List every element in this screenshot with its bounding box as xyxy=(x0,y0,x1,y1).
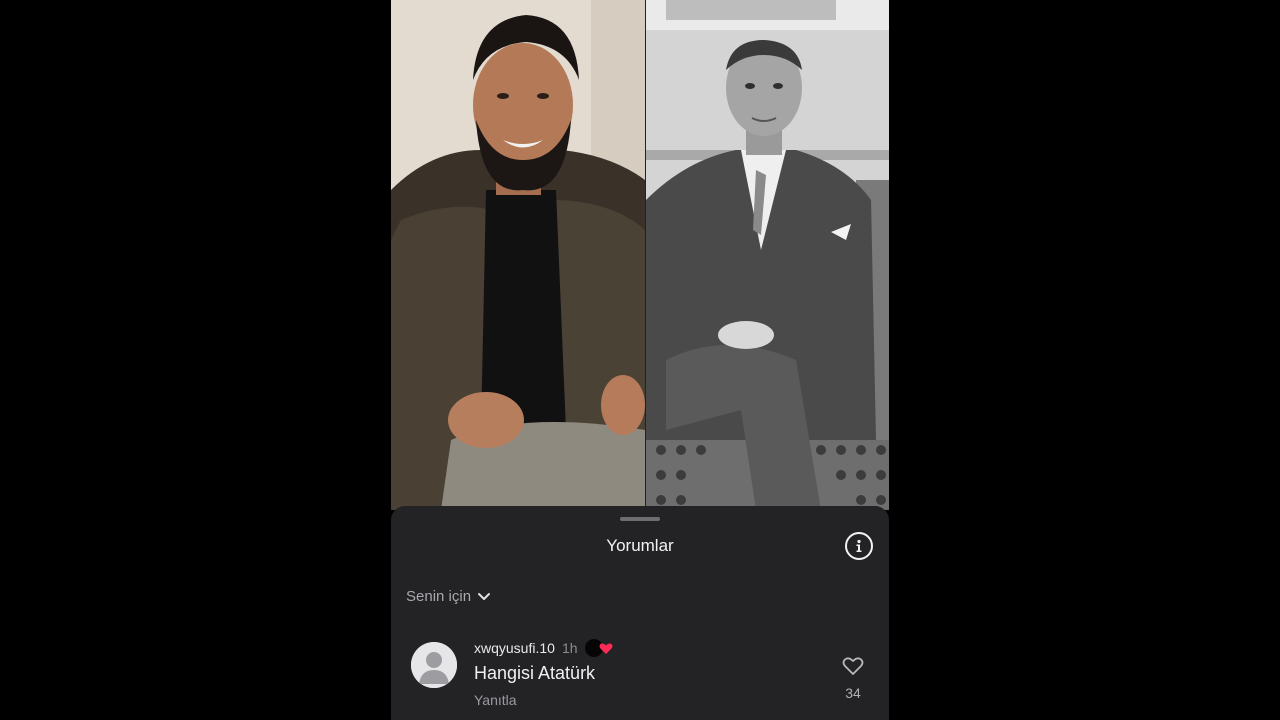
sort-label: Senin için xyxy=(406,588,472,605)
avatar[interactable] xyxy=(411,642,457,688)
heart-outline-icon xyxy=(842,657,864,675)
info-button[interactable] xyxy=(845,532,873,560)
comment-header: xwqyusufi.10 1h xyxy=(474,638,615,658)
chevron-down-icon xyxy=(478,592,491,600)
right-photo xyxy=(646,0,889,510)
creator-liked-badge xyxy=(584,639,613,657)
sheet-drag-handle[interactable] xyxy=(620,517,660,521)
info-icon xyxy=(856,539,862,552)
phone-screen: Yorumlar Senin için xwqyusufi.10 1h Hang… xyxy=(391,0,889,720)
comments-sheet: Yorumlar Senin için xwqyusufi.10 1h Hang… xyxy=(391,506,889,720)
video-frame[interactable] xyxy=(391,0,889,510)
like-count: 34 xyxy=(845,685,861,701)
default-avatar-icon xyxy=(411,642,457,688)
man-in-leather-jacket-image xyxy=(391,0,645,510)
comment-text: Hangisi Atatürk xyxy=(474,663,596,683)
comment-time: 1h xyxy=(561,640,578,656)
left-photo xyxy=(391,0,645,510)
comment-item: xwqyusufi.10 1h Hangisi Atatürk Yanıtla … xyxy=(391,632,889,720)
like-button[interactable] xyxy=(841,656,865,681)
comment-username[interactable]: xwqyusufi.10 xyxy=(474,640,555,656)
seated-man-in-suit-image xyxy=(646,0,889,510)
reply-button[interactable]: Yanıtla xyxy=(474,692,517,708)
sort-dropdown[interactable]: Senin için xyxy=(406,588,491,605)
comments-title: Yorumlar xyxy=(606,536,674,555)
